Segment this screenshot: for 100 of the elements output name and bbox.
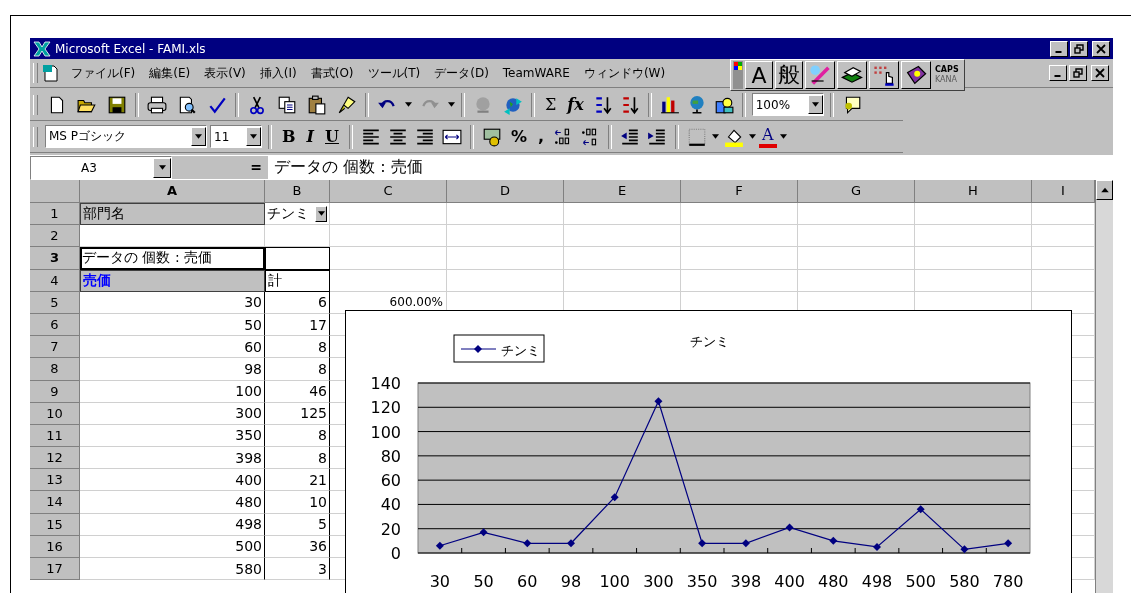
column-header[interactable]: I (1032, 180, 1095, 203)
column-header[interactable]: G (798, 180, 915, 203)
dropdown-caret-icon[interactable] (448, 102, 455, 107)
percent-button[interactable]: % (506, 127, 531, 146)
row-header[interactable]: 13 (30, 469, 80, 492)
minimize-button[interactable] (1049, 65, 1067, 81)
bold-button[interactable]: B (278, 127, 300, 146)
column-header[interactable]: B (265, 180, 330, 203)
row-header[interactable]: 16 (30, 535, 80, 558)
document-icon[interactable] (42, 64, 60, 82)
dropdown-caret-icon[interactable] (749, 134, 757, 139)
pointer-grid-button[interactable] (869, 61, 899, 89)
pivot-field-button[interactable]: 部門名 (80, 203, 265, 226)
row-header[interactable]: 2 (30, 225, 80, 248)
column-header[interactable]: A (80, 180, 265, 203)
print-preview-icon[interactable] (177, 94, 197, 115)
table-cell: 3 (265, 558, 330, 581)
autosum-button[interactable]: Σ (541, 95, 561, 114)
restore-button[interactable] (1070, 40, 1088, 57)
row-header[interactable]: 4 (30, 269, 80, 292)
table-cell: 8 (265, 447, 330, 470)
printer-icon[interactable] (147, 94, 167, 115)
row-header[interactable]: 11 (30, 424, 80, 448)
table-cell: 計 (265, 269, 330, 292)
font-size-dropdown[interactable]: 11 (210, 125, 262, 148)
italic-button[interactable]: I (302, 127, 318, 146)
table-cell: 46 (265, 380, 330, 403)
dropdown-caret-icon[interactable] (779, 134, 787, 139)
x-axis-label: 350 (686, 572, 718, 591)
row-header[interactable]: 5 (30, 291, 80, 314)
row-header[interactable]: 17 (30, 558, 80, 581)
column-header[interactable]: F (681, 180, 798, 203)
dropdown-caret-icon[interactable] (405, 102, 412, 107)
currency-icon[interactable] (481, 126, 502, 147)
dropdown-caret-icon[interactable] (712, 134, 720, 139)
table-cell: 398 (80, 447, 265, 470)
bar-chart-icon[interactable] (659, 94, 680, 115)
close-button[interactable] (1091, 65, 1109, 81)
font-color-button[interactable]: A (759, 125, 777, 148)
menu-item[interactable]: ファイル(F) (64, 64, 143, 82)
pen-tool-button[interactable] (805, 61, 835, 89)
scroll-up-button[interactable] (1096, 180, 1113, 200)
y-axis-label: 80 (380, 446, 401, 466)
copy-icon[interactable] (277, 94, 297, 115)
menu-item[interactable]: 表示(V) (197, 64, 253, 82)
column-header[interactable]: D (447, 180, 564, 203)
caps-indicator: CAPS (935, 65, 959, 75)
color-squares-icon[interactable] (733, 61, 743, 89)
menu-item[interactable]: 編集(E) (142, 64, 198, 82)
y-axis-label: 40 (380, 495, 401, 515)
help-book-button[interactable] (901, 61, 931, 89)
menu-item[interactable]: TeamWARE (495, 66, 577, 80)
table-cell: 8 (265, 358, 330, 381)
row-header[interactable]: 8 (30, 358, 80, 381)
minimize-button[interactable] (1050, 40, 1068, 57)
menu-item[interactable]: 書式(O) (303, 64, 361, 82)
x-axis-label: 50 (473, 572, 494, 591)
menu-item[interactable]: データ(D) (427, 64, 496, 82)
restore-button[interactable] (1069, 65, 1087, 81)
zoom-dropdown[interactable]: 100% (751, 93, 824, 116)
column-header[interactable]: H (915, 180, 1032, 203)
menu-item[interactable]: 挿入(I) (252, 64, 304, 82)
menu-item[interactable]: ウィンドウ(W) (576, 64, 673, 82)
formula-input[interactable]: データの 個数 : 売価 (268, 157, 1113, 178)
data-point (698, 539, 707, 548)
comma-button[interactable]: , (534, 127, 549, 146)
data-point (523, 539, 532, 548)
input-mode-button[interactable]: 般 (775, 61, 803, 89)
name-box[interactable]: A3 (30, 155, 172, 180)
data-point (1004, 539, 1013, 548)
paintbrush-icon[interactable] (337, 94, 357, 115)
book-stack-button[interactable] (837, 61, 867, 89)
row-header[interactable]: 6 (30, 313, 80, 337)
input-mode-button[interactable]: A (745, 61, 773, 89)
underline-button[interactable]: U (321, 127, 343, 146)
chart-background[interactable]: 0 20 40 60 80 100 120 140 30 50 60 98 100 300 350 398 400 480 498 500 580 780 チンミ チンミ (345, 310, 1072, 593)
vertical-scrollbar[interactable] (1095, 180, 1113, 593)
column-header[interactable]: E (564, 180, 681, 203)
row-header[interactable]: 15 (30, 513, 80, 536)
row-header[interactable]: 14 (30, 491, 80, 514)
dropdown-caret-icon (250, 134, 257, 139)
borders-icon[interactable] (687, 126, 708, 147)
row-header[interactable]: 9 (30, 380, 80, 403)
function-button[interactable]: fx (563, 95, 588, 114)
paste-icon[interactable] (307, 94, 327, 115)
row-header[interactable]: 3 (30, 247, 80, 270)
close-icon (1096, 43, 1106, 54)
row-header[interactable]: 10 (30, 402, 80, 425)
x-axis-label: 300 (643, 572, 674, 591)
row-header[interactable]: 12 (30, 447, 80, 470)
row-header[interactable]: 1 (30, 203, 80, 226)
restore-icon (1073, 68, 1083, 78)
page-field-dropdown[interactable]: チンミ (265, 203, 330, 226)
row-header[interactable]: 7 (30, 336, 80, 359)
column-header[interactable]: C (330, 180, 447, 203)
menu-item[interactable]: ツール(T) (360, 64, 428, 82)
pivot-field-button[interactable]: 売価 (80, 269, 265, 292)
close-button[interactable] (1092, 40, 1110, 57)
font-dropdown[interactable]: MS Pゴシック (45, 125, 207, 148)
scissors-icon[interactable] (247, 94, 267, 115)
